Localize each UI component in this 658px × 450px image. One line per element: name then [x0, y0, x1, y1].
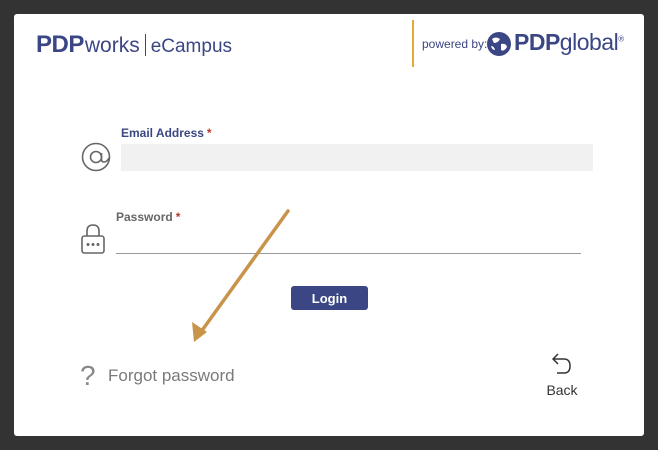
partner-bold: PDP: [514, 29, 560, 55]
lock-icon: [81, 224, 105, 254]
back-arrow-icon: [552, 353, 571, 374]
email-label: Email Address *: [121, 126, 212, 140]
pdpworks-ecampus-logo: PDP works eCampus: [36, 31, 232, 59]
brand-bold: PDP: [36, 31, 84, 58]
password-required-mark: *: [175, 210, 181, 224]
login-card: PDP works eCampus powered by: PDPglobal®…: [14, 14, 644, 436]
login-button[interactable]: Login: [291, 286, 368, 310]
password-field[interactable]: [116, 228, 581, 254]
at-sign-icon: [81, 142, 111, 172]
email-required-mark: *: [206, 126, 212, 140]
email-label-text: Email Address: [121, 126, 204, 140]
back-button[interactable]: Back: [542, 352, 582, 398]
powered-by-label: powered by:: [422, 37, 488, 51]
registered-mark: ®: [618, 34, 624, 44]
email-field[interactable]: [121, 144, 593, 171]
forgot-password-label: Forgot password: [108, 366, 235, 385]
brand-product: eCampus: [150, 36, 233, 57]
password-label-text: Password: [116, 210, 173, 224]
header-divider: [412, 20, 414, 67]
brand-light: works: [84, 34, 140, 57]
brand-divider: [144, 34, 146, 56]
globe-icon: [487, 32, 511, 56]
question-mark-icon: ?: [80, 360, 96, 391]
partner-light: global: [559, 29, 619, 55]
pdpglobal-logo: PDPglobal®: [514, 29, 624, 56]
password-label: Password *: [116, 210, 180, 224]
forgot-password-link[interactable]: ? Forgot password: [80, 360, 235, 392]
back-label: Back: [546, 382, 578, 398]
